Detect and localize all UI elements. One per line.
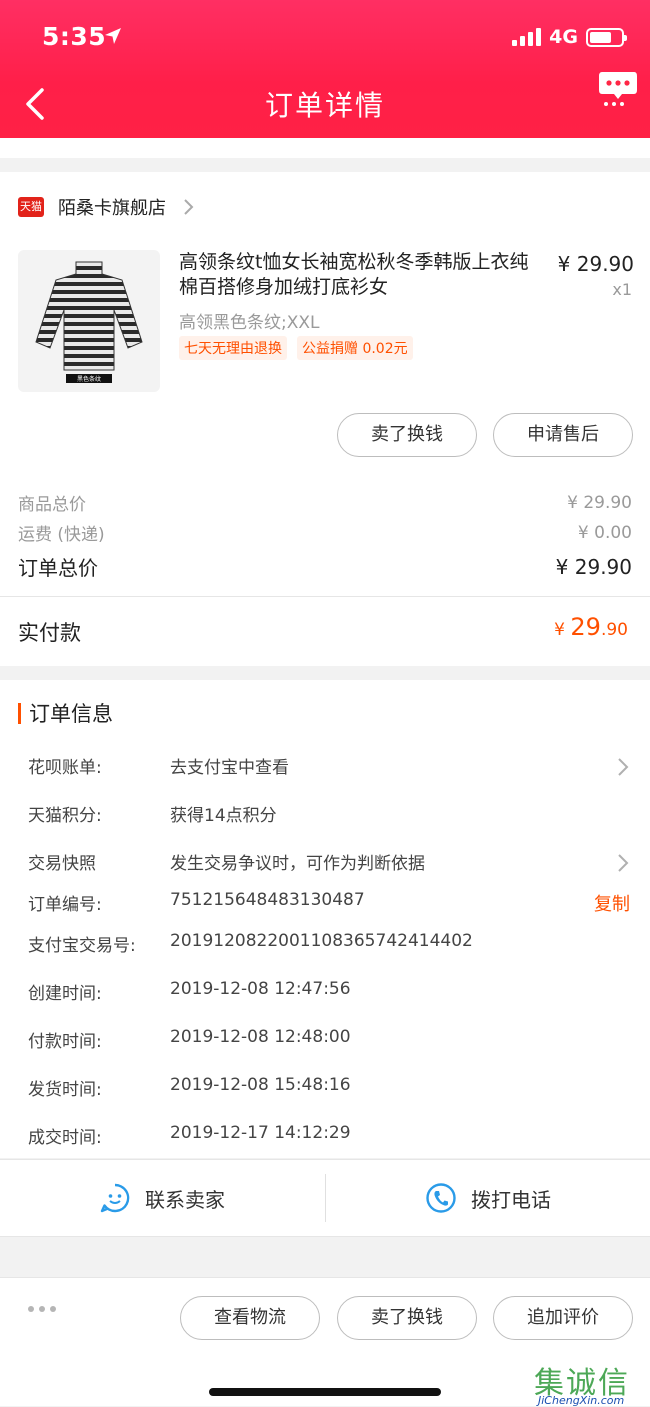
- chevron-right-icon: [184, 199, 194, 215]
- store-section: 天猫 陌桑卡旗舰店 黑色条纹 高领条纹t恤女长袖宽松秋冬季韩版上衣纯棉百搭修身加…: [0, 172, 650, 666]
- contact-seller-label: 联系卖家: [145, 1187, 225, 1212]
- info-value: 2019-12-08 15:48:16: [170, 1075, 351, 1095]
- order-info-section: 订单信息 花呗账单: 去支付宝中查看 天猫积分: 获得14点积分 交易快照 发生…: [0, 680, 650, 1158]
- charity-tag: 公益捐赠 0.02元: [297, 336, 413, 360]
- points-row: 天猫积分: 获得14点积分: [28, 801, 630, 831]
- huabei-row[interactable]: 花呗账单: 去支付宝中查看: [28, 753, 630, 783]
- heading-accent-bar: [18, 702, 21, 724]
- order-total-value: ¥ 29.90: [555, 554, 632, 579]
- chevron-right-icon: [618, 758, 629, 776]
- info-label: 创建时间:: [28, 984, 102, 1004]
- info-value: 2019-12-17 14:12:29: [170, 1123, 351, 1143]
- order-total-label: 订单总价: [18, 556, 98, 580]
- sell-button[interactable]: 卖了换钱: [337, 413, 477, 457]
- info-value: 2019-12-08 12:48:00: [170, 1027, 351, 1047]
- info-value: 751215648483130487: [170, 890, 365, 910]
- info-value: 发生交易争议时，可作为判断依据: [170, 854, 425, 874]
- store-link[interactable]: 天猫 陌桑卡旗舰店: [18, 194, 196, 220]
- location-arrow-icon: [105, 28, 121, 44]
- shipping-row: 运费 (快递) ¥ 0.00: [18, 520, 632, 546]
- more-options-icon[interactable]: [28, 1306, 56, 1312]
- product-price: ¥ 29.90: [557, 252, 634, 276]
- order-total-row: 订单总价 ¥ 29.90: [18, 552, 632, 581]
- paid-label: 实付款: [18, 621, 81, 645]
- footer-sell-button[interactable]: 卖了换钱: [337, 1296, 477, 1340]
- info-label: 发货时间:: [28, 1080, 102, 1100]
- call-phone-button[interactable]: 拨打电话: [326, 1160, 650, 1236]
- copy-button[interactable]: 复制: [594, 890, 630, 916]
- snapshot-row[interactable]: 交易快照 发生交易争议时，可作为判断依据: [28, 849, 630, 879]
- order-info-title: 订单信息: [29, 702, 113, 726]
- shipped-time-row: 发货时间: 2019-12-08 15:48:16: [28, 1075, 630, 1105]
- view-logistics-button[interactable]: 查看物流: [180, 1296, 320, 1340]
- info-label: 成交时间:: [28, 1128, 102, 1148]
- product-thumbnail[interactable]: 黑色条纹: [18, 250, 160, 392]
- status-time: 5:35: [42, 22, 107, 51]
- paid-integer: 29: [570, 613, 601, 641]
- return-policy-tag: 七天无理由退换: [179, 336, 287, 360]
- home-indicator: [209, 1388, 441, 1396]
- chat-smile-icon: [100, 1183, 130, 1213]
- paid-time-row: 付款时间: 2019-12-08 12:48:00: [28, 1027, 630, 1057]
- product-title[interactable]: 高领条纹t恤女长袖宽松秋冬季韩版上衣纯棉百搭修身加绒打底衫女: [179, 250, 534, 300]
- info-label: 订单编号:: [28, 895, 102, 915]
- paid-currency: ¥: [554, 620, 571, 640]
- goods-total-value: ¥ 29.90: [567, 492, 632, 513]
- product-sku: 高领黑色条纹;XXL: [179, 313, 320, 333]
- info-label: 花呗账单:: [28, 758, 102, 778]
- phone-icon: [426, 1183, 456, 1213]
- add-review-button[interactable]: 追加评价: [493, 1296, 633, 1340]
- more-menu-icon[interactable]: [598, 68, 638, 108]
- after-sale-button[interactable]: 申请售后: [493, 413, 633, 457]
- paid-amount: ¥ 29.90: [554, 613, 628, 641]
- top-header: 5:35 4G 订单详情: [0, 0, 650, 138]
- watermark-logo: 集诚信 JiChengXin.com: [532, 1358, 650, 1407]
- call-phone-label: 拨打电话: [471, 1187, 551, 1212]
- completed-time-row: 成交时间: 2019-12-17 14:12:29: [28, 1123, 630, 1153]
- page-title: 订单详情: [264, 89, 385, 122]
- alipay-trade-row: 支付宝交易号: 2019120822001108365742414402: [28, 931, 630, 961]
- order-info-heading: 订单信息: [18, 698, 113, 728]
- info-label: 支付宝交易号:: [28, 936, 136, 956]
- paid-row: 实付款 ¥ 29.90: [0, 596, 650, 666]
- status-indicators: 4G: [512, 26, 627, 48]
- bottom-action-bar: 查看物流 卖了换钱 追加评价 集诚信 JiChengXin.com: [0, 1277, 650, 1407]
- thumb-caption: 黑色条纹: [77, 375, 101, 383]
- created-time-row: 创建时间: 2019-12-08 12:47:56: [28, 979, 630, 1009]
- goods-total-label: 商品总价: [18, 495, 86, 515]
- tmall-badge: 天猫: [18, 197, 44, 217]
- info-value: 2019-12-08 12:47:56: [170, 979, 351, 999]
- watermark-sub: JiChengXin.com: [538, 1394, 625, 1407]
- header-spacer: [0, 138, 650, 158]
- store-name: 陌桑卡旗舰店: [58, 198, 166, 219]
- battery-icon: [586, 27, 627, 47]
- contact-section: 联系卖家 拨打电话: [0, 1159, 650, 1237]
- info-label: 付款时间:: [28, 1032, 102, 1052]
- info-value: 2019120822001108365742414402: [170, 931, 473, 951]
- striped-shirt-image: 黑色条纹: [35, 261, 143, 383]
- order-number-row: 订单编号: 751215648483130487 复制: [28, 890, 630, 920]
- signal-icon: [512, 28, 542, 46]
- goods-total-row: 商品总价 ¥ 29.90: [18, 490, 632, 516]
- info-label: 交易快照: [28, 854, 96, 874]
- shipping-label: 运费 (快递): [18, 525, 105, 545]
- shipping-value: ¥ 0.00: [577, 522, 632, 543]
- network-label: 4G: [549, 26, 578, 48]
- info-value: 获得14点积分: [170, 806, 277, 826]
- contact-seller-button[interactable]: 联系卖家: [0, 1160, 324, 1236]
- info-value: 去支付宝中查看: [170, 758, 289, 778]
- product-quantity: x1: [612, 280, 632, 299]
- product-tags: 七天无理由退换 公益捐赠 0.02元: [179, 336, 413, 360]
- paid-decimal: .90: [600, 620, 628, 640]
- chevron-right-icon: [618, 854, 629, 872]
- info-label: 天猫积分:: [28, 806, 102, 826]
